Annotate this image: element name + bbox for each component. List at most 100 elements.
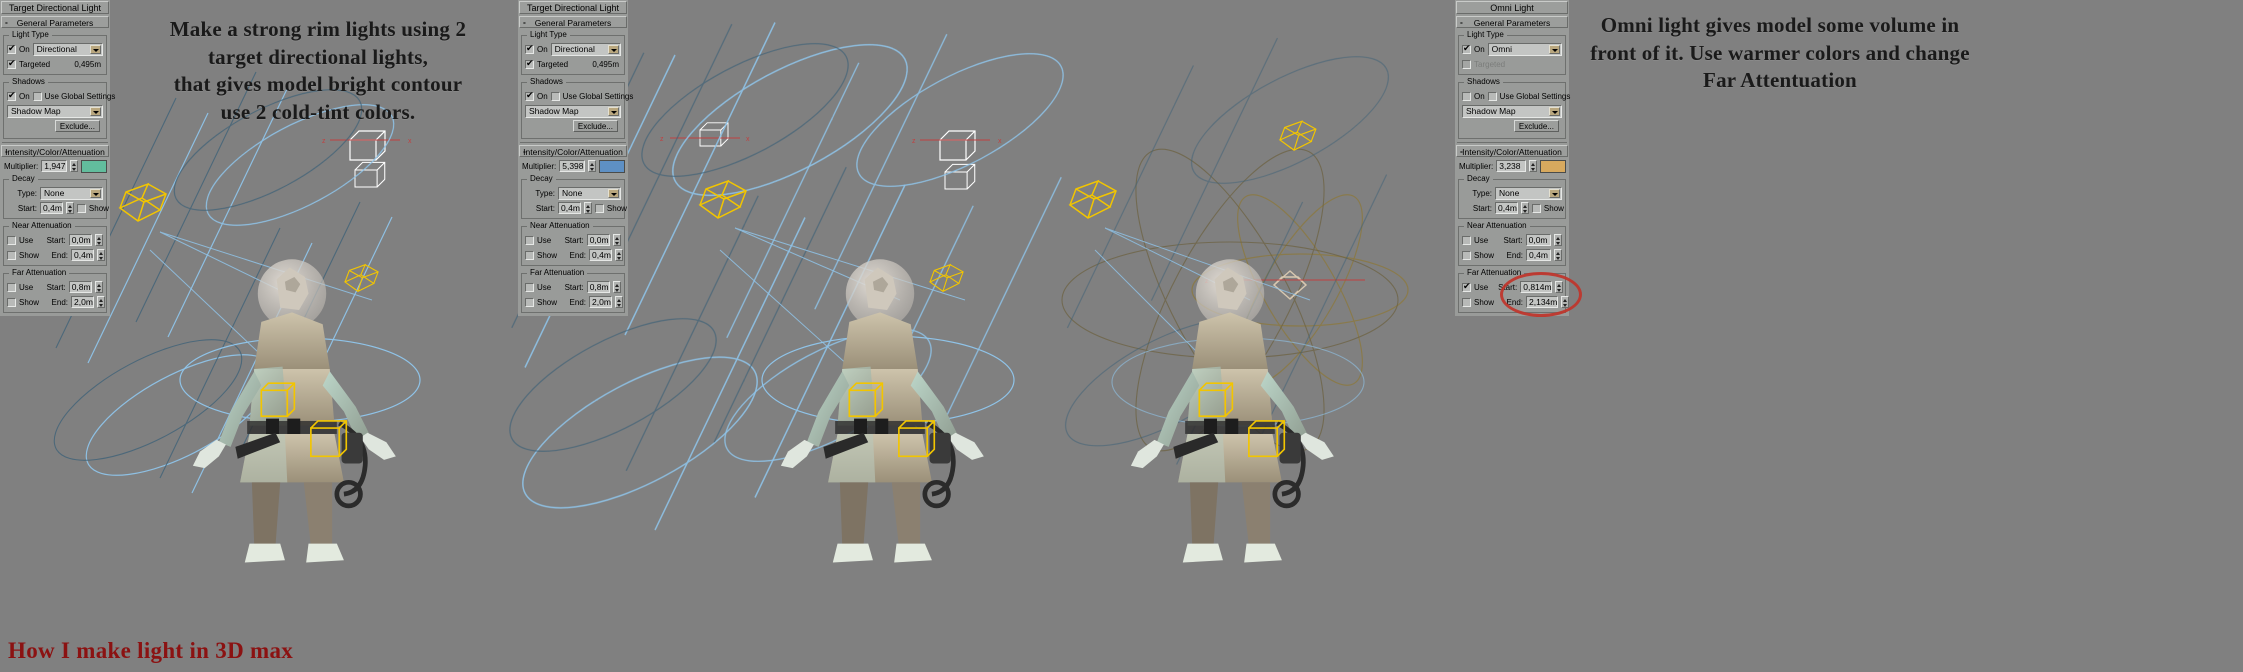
rollout-collapse-icon[interactable]: - (523, 16, 526, 28)
near-end-input[interactable]: 0,4m (71, 249, 94, 261)
rollout-collapse-icon[interactable]: - (5, 16, 8, 28)
far-start-input[interactable]: 0,814m (1520, 281, 1553, 293)
far-show-checkbox[interactable] (525, 297, 534, 307)
far-end-input[interactable]: 2,0m (589, 296, 612, 308)
multiplier-spinner[interactable] (1529, 160, 1537, 172)
near-end-spinner[interactable] (1554, 249, 1562, 261)
rollout-general-parameters[interactable]: - General Parameters (1456, 16, 1568, 28)
chevron-down-icon[interactable] (90, 44, 101, 54)
light-type-dropdown[interactable]: Directional (32, 42, 103, 56)
decay-start-spinner[interactable] (583, 202, 592, 214)
rollout-intensity-color-attenuation[interactable]: - Intensity/Color/Attenuation (1456, 145, 1568, 157)
rollout-collapse-icon[interactable]: - (523, 145, 526, 157)
far-use-checkbox[interactable] (1462, 281, 1471, 292)
far-show-checkbox[interactable] (7, 297, 16, 307)
near-end-input[interactable]: 0,4m (1526, 249, 1551, 261)
chevron-down-icon[interactable] (608, 106, 619, 116)
far-start-input[interactable]: 0,8m (586, 281, 610, 293)
object-name-field[interactable]: Omni Light (1456, 1, 1568, 14)
rollout-collapse-icon[interactable]: - (1460, 145, 1463, 157)
decay-type-dropdown[interactable]: None (558, 186, 621, 200)
far-end-spinner[interactable] (614, 296, 623, 308)
near-use-checkbox[interactable] (7, 235, 16, 245)
far-use-checkbox[interactable] (525, 282, 534, 292)
exclude-button[interactable]: Exclude... (1513, 120, 1559, 132)
use-global-settings-checkbox[interactable] (32, 91, 42, 101)
near-show-checkbox[interactable] (7, 250, 16, 260)
exclude-button[interactable]: Exclude... (572, 120, 618, 132)
chevron-down-icon[interactable] (1549, 106, 1560, 116)
shadow-type-dropdown[interactable]: Shadow Map (1462, 104, 1562, 118)
shadows-on-checkbox[interactable] (525, 90, 534, 101)
targeted-checkbox[interactable] (525, 58, 534, 69)
near-use-checkbox[interactable] (525, 235, 534, 245)
chevron-down-icon[interactable] (1549, 188, 1560, 198)
light-color-swatch[interactable] (1540, 159, 1566, 173)
decay-start-spinner[interactable] (1520, 202, 1529, 214)
near-show-checkbox[interactable] (525, 250, 534, 260)
shadow-type-dropdown[interactable]: Shadow Map (7, 104, 103, 118)
decay-show-checkbox[interactable] (1531, 203, 1541, 213)
rollout-general-parameters[interactable]: - General Parameters (1, 16, 109, 28)
chevron-down-icon[interactable] (90, 106, 101, 116)
near-start-input[interactable]: 0,0m (68, 234, 92, 246)
near-use-checkbox[interactable] (1462, 235, 1471, 245)
near-start-spinner[interactable] (1554, 234, 1562, 246)
far-start-spinner[interactable] (1555, 281, 1564, 293)
far-end-input[interactable]: 2,0m (71, 296, 94, 308)
light-color-swatch[interactable] (599, 159, 625, 173)
far-start-spinner[interactable] (613, 281, 621, 293)
near-end-input[interactable]: 0,4m (589, 249, 612, 261)
decay-show-checkbox[interactable] (594, 203, 604, 213)
near-start-spinner[interactable] (95, 234, 103, 246)
exclude-button[interactable]: Exclude... (54, 120, 100, 132)
shadow-type-dropdown[interactable]: Shadow Map (525, 104, 621, 118)
near-start-input[interactable]: 0,0m (586, 234, 610, 246)
far-start-input[interactable]: 0,8m (68, 281, 92, 293)
light-type-dropdown[interactable]: Omni (1487, 42, 1562, 56)
multiplier-spinner[interactable] (70, 160, 78, 172)
command-panel-left[interactable]: Target Directional Light - General Param… (0, 0, 115, 316)
decay-start-input[interactable]: 0,4m (40, 202, 63, 214)
near-start-spinner[interactable] (613, 234, 621, 246)
far-start-spinner[interactable] (95, 281, 103, 293)
light-on-checkbox[interactable] (7, 43, 16, 54)
rollout-collapse-icon[interactable]: - (5, 145, 8, 157)
far-show-checkbox[interactable] (1462, 297, 1471, 307)
use-global-settings-checkbox[interactable] (550, 91, 560, 101)
use-global-settings-checkbox[interactable] (1487, 91, 1497, 101)
near-show-checkbox[interactable] (1462, 250, 1471, 260)
far-end-spinner[interactable] (96, 296, 105, 308)
light-type-dropdown[interactable]: Directional (550, 42, 621, 56)
multiplier-input[interactable]: 5,398 (559, 160, 585, 172)
decay-start-input[interactable]: 0,4m (1495, 202, 1518, 214)
multiplier-spinner[interactable] (588, 160, 596, 172)
decay-show-checkbox[interactable] (76, 203, 86, 213)
decay-type-dropdown[interactable]: None (40, 186, 103, 200)
chevron-down-icon[interactable] (608, 188, 619, 198)
rollout-collapse-icon[interactable]: - (1460, 16, 1463, 28)
rollout-intensity-color-attenuation[interactable]: - Intensity/Color/Attenuation (519, 145, 627, 157)
decay-start-spinner[interactable] (65, 202, 74, 214)
near-end-spinner[interactable] (96, 249, 105, 261)
multiplier-input[interactable]: 3,238 (1496, 160, 1526, 172)
decay-start-input[interactable]: 0,4m (558, 202, 581, 214)
object-name-field[interactable]: Target Directional Light (519, 1, 627, 14)
shadows-on-checkbox[interactable] (7, 90, 16, 101)
chevron-down-icon[interactable] (1549, 44, 1560, 54)
multiplier-input[interactable]: 1,947 (41, 160, 67, 172)
targeted-checkbox[interactable] (7, 58, 16, 69)
far-end-spinner[interactable] (1561, 296, 1570, 308)
rollout-general-parameters[interactable]: - General Parameters (519, 16, 627, 28)
object-name-field[interactable]: Target Directional Light (1, 1, 109, 14)
rollout-intensity-color-attenuation[interactable]: - Intensity/Color/Attenuation (1, 145, 109, 157)
near-start-input[interactable]: 0,0m (1525, 234, 1551, 246)
shadows-on-checkbox[interactable] (1462, 91, 1471, 101)
light-on-checkbox[interactable] (525, 43, 534, 54)
light-color-swatch[interactable] (81, 159, 107, 173)
chevron-down-icon[interactable] (608, 44, 619, 54)
light-on-checkbox[interactable] (1462, 43, 1471, 54)
far-end-input[interactable]: 2,134m (1526, 296, 1559, 308)
near-end-spinner[interactable] (614, 249, 623, 261)
decay-type-dropdown[interactable]: None (1495, 186, 1562, 200)
